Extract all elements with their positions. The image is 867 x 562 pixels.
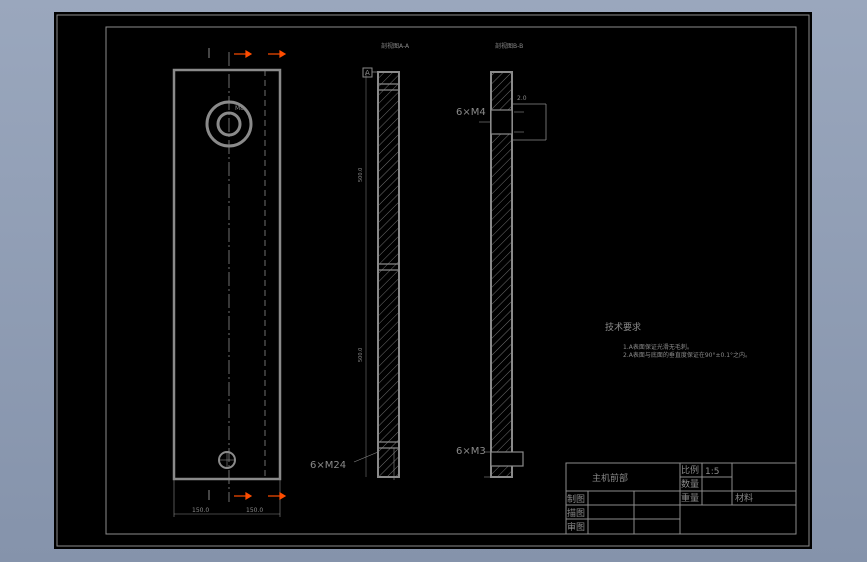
tech-note-2: 2.A表面与底面的垂直度保证在90°±0.1°之内。 [623,351,751,359]
dim-bottom-left: 150.0 [192,507,209,514]
section-arrows [234,49,287,501]
cad-viewport[interactable]: M8 150.0 150.0 剖视图A-A A 500.0 500.0 6×M2… [54,12,812,549]
callout-m24: 6×M24 [310,460,346,471]
dim-bottom-right: 150.0 [246,507,263,514]
front-view [172,48,282,517]
weight-label: 重量 [681,492,699,504]
dim-vertical-1: 500.0 [358,168,364,182]
checked-label: 审图 [567,521,585,533]
quantity-label: 数量 [681,478,699,490]
tech-note-1: 1.A表面保证光滑无毛刺。 [623,343,693,351]
dim-top: 2.0 [517,95,527,102]
material-label: 材料 [735,492,753,504]
thread-dimension: M8 [235,105,244,112]
drawing-sheet: M8 150.0 150.0 剖视图A-A A 500.0 500.0 6×M2… [56,14,810,547]
datum-label: A [365,69,370,77]
section-a-label: 剖视图A-A [381,42,410,50]
callout-m3: 6×M3 [456,446,486,457]
section-b-label: 剖视图B-B [495,42,523,50]
section-a-view [353,67,400,480]
inner-frame [105,26,797,535]
dim-vertical-2: 500.0 [358,348,364,362]
callout-m4: 6×M4 [456,107,486,118]
drawn-label: 制图 [567,493,585,505]
scale-label: 比例 [681,464,699,476]
section-b-view [479,71,547,478]
traced-label: 描图 [567,507,585,519]
scale-value: 1:5 [705,467,719,477]
part-name: 主机前部 [592,472,628,484]
tech-title: 技术要求 [605,321,641,333]
